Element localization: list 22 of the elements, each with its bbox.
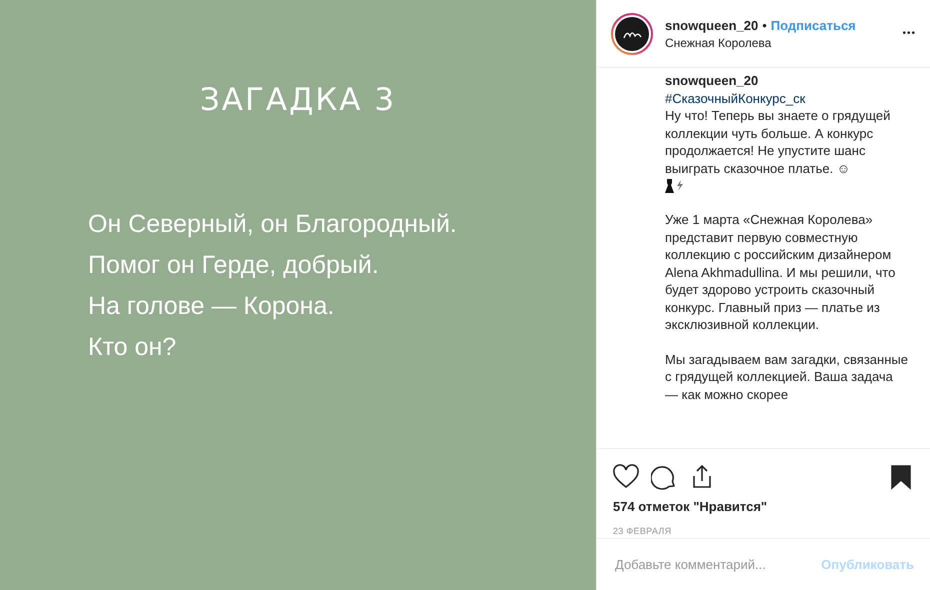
bookmark-icon[interactable] [888, 464, 914, 490]
dress-icon [665, 178, 674, 192]
post-date: 23 ФЕВРАЛЯ [613, 526, 672, 536]
location-link[interactable]: Снежная Королева [665, 36, 890, 50]
comment-icon[interactable] [651, 464, 677, 490]
riddle-title: ЗАГАДКА 3 [200, 82, 396, 118]
caption-username[interactable]: snowqueen_20 [665, 72, 908, 90]
caption-paragraph: Ну что! Теперь вы знаете о грядущей коллекции чуть больше. А конкурс продолжается! Не упустите шанс выиграть сказочное платье. ☺ [665, 107, 892, 177]
caption-paragraph: Мы загадываем вам загадки, связанные с грядущей коллекцией. Ваша задача — как можно скорее [665, 350, 908, 403]
separator-dot: • [762, 18, 767, 32]
avatar-icon[interactable] [611, 12, 653, 54]
riddle-line: Он Северный, он Благородный. [88, 210, 457, 238]
riddle-line: Кто он? [88, 333, 178, 361]
riddle-line: Помог он Герде, добрый. [88, 251, 380, 279]
likes-count[interactable]: 574 отметок "Нравится" [613, 499, 914, 514]
more-button[interactable]: ••• [902, 28, 916, 39]
riddle-line: На голове — Корона. [88, 292, 336, 320]
lightning-icon [676, 180, 683, 191]
like-heart-icon[interactable] [613, 464, 639, 490]
hashtag-link[interactable]: #СказочныйКонкурс_ск [665, 90, 908, 107]
username-link[interactable]: snowqueen_20 [665, 18, 758, 32]
caption-paragraph: Уже 1 марта «Снежная Королева» представит первую совместную коллекцию с российским дизайнером Alena Akhmadullina. И мы решили, что будет здорово устроить сказочный конкурс. Главный приз — платье из эксклюзивной коллекции. [665, 211, 896, 334]
